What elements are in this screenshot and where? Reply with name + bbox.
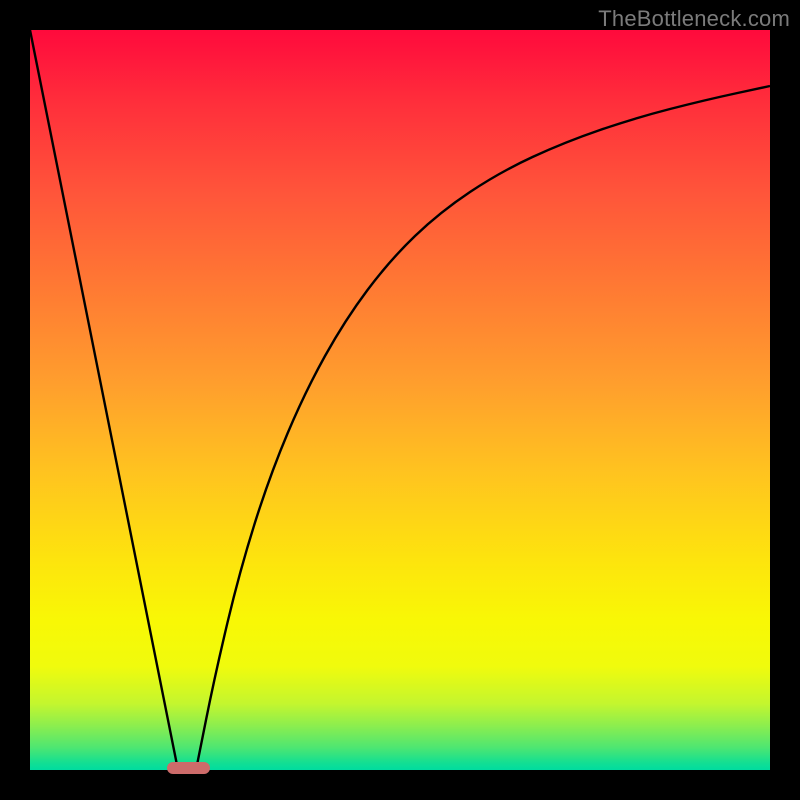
chart-frame: TheBottleneck.com [0, 0, 800, 800]
watermark-text: TheBottleneck.com [598, 6, 790, 32]
plot-area [30, 30, 770, 770]
chart-curve [30, 30, 770, 770]
curve-path [30, 30, 770, 765]
optimum-marker [167, 762, 210, 774]
